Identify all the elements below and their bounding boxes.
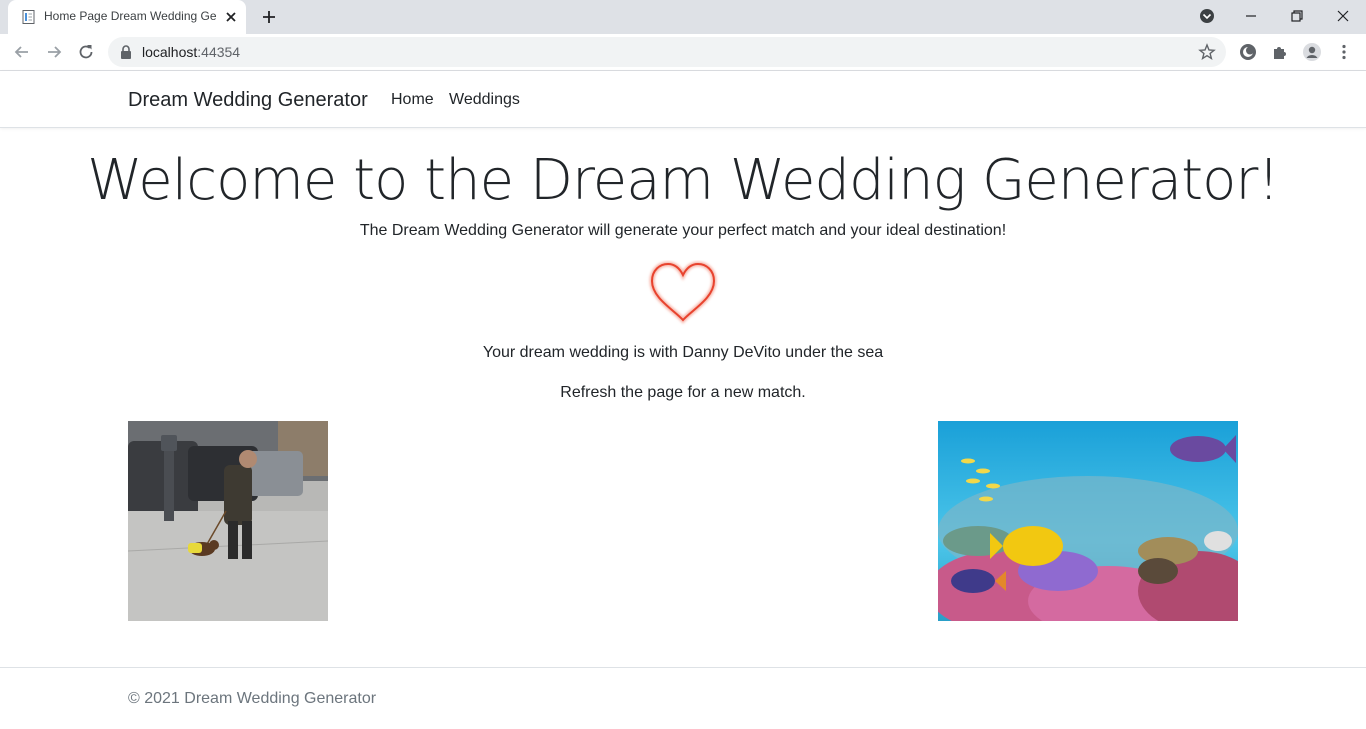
profile-avatar-icon[interactable]: [1302, 42, 1322, 62]
close-icon[interactable]: [223, 9, 239, 25]
address-bar[interactable]: localhost:44354: [108, 37, 1226, 67]
window-close-icon[interactable]: [1333, 6, 1353, 26]
back-icon[interactable]: [12, 42, 32, 62]
new-tab-icon[interactable]: [260, 8, 278, 26]
url-port: :44354: [197, 44, 241, 60]
browser-tab[interactable]: Home Page Dream Wedding Generator: [8, 0, 246, 34]
page-title: Welcome to the Dream Wedding Generator!: [87, 148, 1280, 213]
page-footer: © 2021 Dream Wedding Generator: [0, 667, 1366, 729]
reload-icon[interactable]: [76, 42, 96, 62]
refresh-hint-text: Refresh the page for a new match.: [560, 384, 806, 401]
forward-icon[interactable]: [44, 42, 64, 62]
page-icon: [22, 10, 35, 24]
lock-icon[interactable]: [120, 45, 132, 59]
match-image: [128, 421, 328, 621]
browser-tabstrip: Home Page Dream Wedding Generator: [0, 0, 1366, 34]
bookmark-star-icon[interactable]: [1198, 43, 1216, 61]
tab-title: Home Page Dream Wedding Generator: [44, 9, 216, 23]
browser-toolbar: localhost:44354: [0, 34, 1366, 71]
site-navbar: Dream Wedding Generator Home Weddings: [0, 71, 1366, 128]
match-result-text: Your dream wedding is with Danny DeVito …: [482, 344, 884, 361]
brand-link[interactable]: Dream Wedding Generator: [128, 89, 368, 112]
minimize-icon[interactable]: [1241, 6, 1261, 26]
url-text: localhost:44354: [142, 44, 240, 60]
url-host: localhost: [142, 44, 198, 60]
footer-copyright: © 2021 Dream Wedding Generator: [128, 690, 377, 707]
intro-text: The Dream Wedding Generator will generat…: [359, 222, 1007, 239]
menu-kebab-icon[interactable]: [1334, 42, 1354, 62]
restore-icon[interactable]: [1287, 6, 1307, 26]
tab-search-icon[interactable]: [1197, 6, 1217, 26]
dark-mode-extension-icon[interactable]: [1238, 42, 1258, 62]
extensions-puzzle-icon[interactable]: [1270, 42, 1290, 62]
heart-icon: [649, 261, 717, 324]
destination-image: [938, 421, 1238, 621]
nav-link-weddings[interactable]: Weddings: [449, 91, 520, 109]
nav-link-home[interactable]: Home: [391, 91, 434, 109]
